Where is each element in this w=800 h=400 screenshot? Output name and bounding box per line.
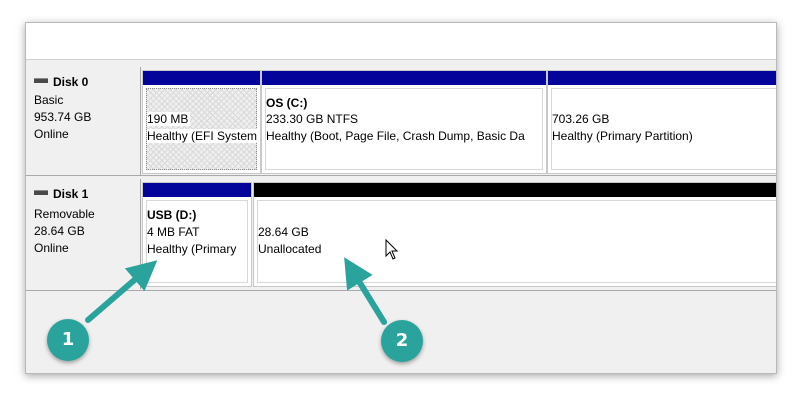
callout-badge-2: 2 — [381, 320, 423, 362]
callout-2-arrow — [344, 257, 387, 325]
callout-badge-1: 1 — [47, 319, 89, 361]
mouse-cursor-icon — [385, 238, 399, 260]
callout-1-arrow — [85, 260, 158, 323]
